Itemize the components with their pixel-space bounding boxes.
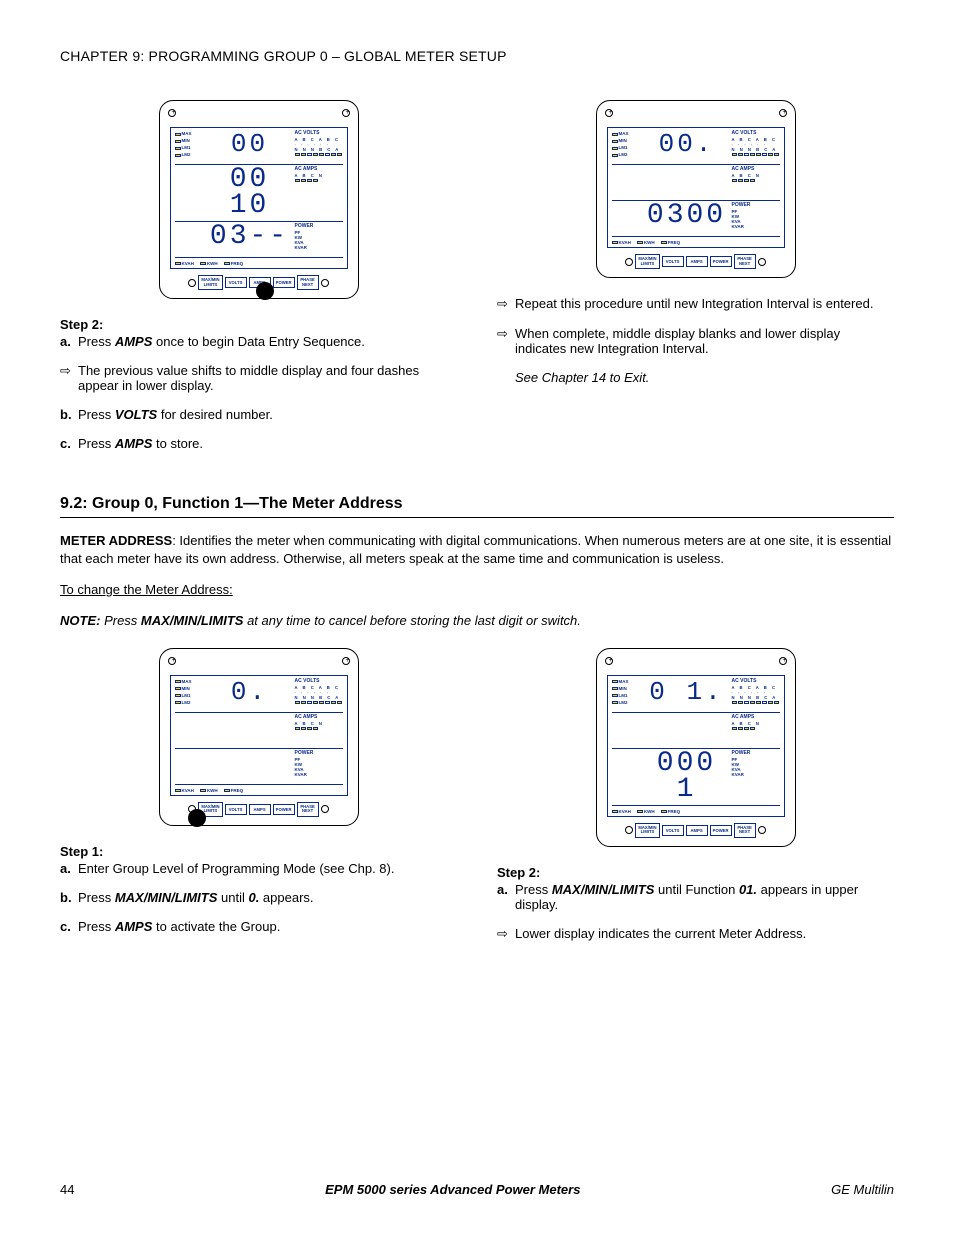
btn-phase: PHASENEXT [297,275,319,290]
footer-title: EPM 5000 series Advanced Power Meters [325,1182,580,1197]
display-bot: 03-- [209,224,291,250]
meter-diagram-1: ++ MAX MIN LM1 LM2 00 AC VOLTS A B C [159,100,359,299]
note-paragraph: NOTE: Press MAX/MIN/LIMITS at any time t… [60,613,894,628]
intro-paragraph: METER ADDRESS: Identifies the meter when… [60,532,894,567]
press-indicator-icon [188,809,206,827]
step2b-head: Step 2: [497,865,894,880]
meter-diagram-2: ++ MAX MIN LM1 LM2 00. AC VOLTS A B [596,100,796,278]
arrow-icon: ⇨ [497,296,515,312]
step2-head: Step 2: [60,317,457,332]
press-indicator-icon [256,282,274,300]
page-number: 44 [60,1182,74,1197]
step-item: ⇨ Lower display indicates the current Me… [497,926,894,942]
arrow-icon: ⇨ [497,926,515,942]
see-ref: See Chapter 14 to Exit. [515,370,894,385]
change-heading: To change the Meter Address: [60,581,894,599]
section-title: 9.2: Group 0, Function 1—The Meter Addre… [60,495,894,513]
btn-maxmin: MAX/MINLIMITS [198,275,222,290]
display-mid: 00 10 [209,167,291,219]
btn-power: POWER [273,277,295,288]
meter-diagram-3: ++ MAX MIN LM1 LM2 0. AC VOLTS A B C [159,648,359,826]
step-item: c. Press AMPS to activate the Group. [60,919,457,934]
section-divider [60,517,894,518]
step-item: b. Press VOLTS for desired number. [60,407,457,422]
page-footer: 44 EPM 5000 series Advanced Power Meters… [60,1182,894,1197]
step-item: a. Enter Group Level of Programming Mode… [60,861,457,876]
step-item: a. Press AMPS once to begin Data Entry S… [60,334,457,349]
display-top: 00 [209,131,291,157]
step-item: ⇨ Repeat this procedure until new Integr… [497,296,894,312]
footer-brand: GE Multilin [831,1182,894,1197]
step-item: c. Press AMPS to store. [60,436,457,451]
meter-diagram-4: ++ MAX MIN LM1 LM2 0 1. AC VOLTS A B [596,648,796,847]
step-item: ⇨ When complete, middle display blanks a… [497,326,894,356]
btn-volts: VOLTS [225,277,247,288]
step1-head: Step 1: [60,844,457,859]
step-item: ⇨ The previous value shifts to middle di… [60,363,457,393]
chapter-header: CHAPTER 9: PROGRAMMING GROUP 0 – GLOBAL … [60,48,894,64]
step-item: a. Press MAX/MIN/LIMITS until Function 0… [497,882,894,912]
arrow-icon: ⇨ [497,326,515,356]
arrow-icon: ⇨ [60,363,78,393]
step-item: b. Press MAX/MIN/LIMITS until 0. appears… [60,890,457,905]
